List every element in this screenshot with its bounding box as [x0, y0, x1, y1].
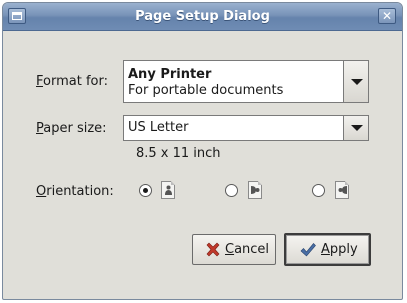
paper-dimensions: 8.5 x 11 inch: [136, 146, 221, 161]
printer-dropdown-button[interactable]: [343, 60, 369, 103]
close-icon: ✕: [381, 9, 393, 23]
portrait-icon: [161, 181, 175, 199]
paper-size-dropdown-button[interactable]: [343, 115, 369, 141]
landscape-glyph: [251, 186, 260, 194]
reverse-landscape-radio[interactable]: [312, 184, 325, 197]
format-for-label: Format for:: [36, 74, 108, 89]
dialog-title: Page Setup Dialog: [135, 9, 270, 24]
printer-name: Any Printer: [128, 67, 212, 82]
reverse-landscape-glyph: [338, 186, 347, 194]
checkmark-icon: [300, 243, 316, 257]
reverse-landscape-icon: [335, 181, 349, 199]
portrait-glyph: [165, 185, 172, 195]
cancel-x-icon: [206, 242, 220, 257]
close-button[interactable]: ✕: [378, 8, 396, 24]
apply-label: Apply: [321, 242, 358, 257]
title-bar[interactable]: Page Setup Dialog ✕: [3, 3, 402, 31]
paper-size-label: Paper size:: [36, 121, 107, 136]
printer-combo[interactable]: Any Printer For portable documents: [123, 60, 369, 103]
landscape-icon: [248, 181, 262, 199]
portrait-radio[interactable]: [139, 184, 152, 197]
landscape-radio[interactable]: [225, 184, 238, 197]
paper-size-value: US Letter: [128, 120, 189, 135]
cancel-label: Cancel: [225, 242, 270, 257]
cancel-button[interactable]: Cancel: [192, 234, 276, 265]
orientation-label: Orientation:: [36, 184, 114, 199]
paper-size-combo[interactable]: US Letter: [123, 115, 369, 141]
printer-description: For portable documents: [128, 83, 284, 98]
apply-button[interactable]: Apply: [284, 233, 371, 266]
page-setup-dialog: Page Setup Dialog ✕ Format for: Any Prin…: [2, 2, 403, 300]
